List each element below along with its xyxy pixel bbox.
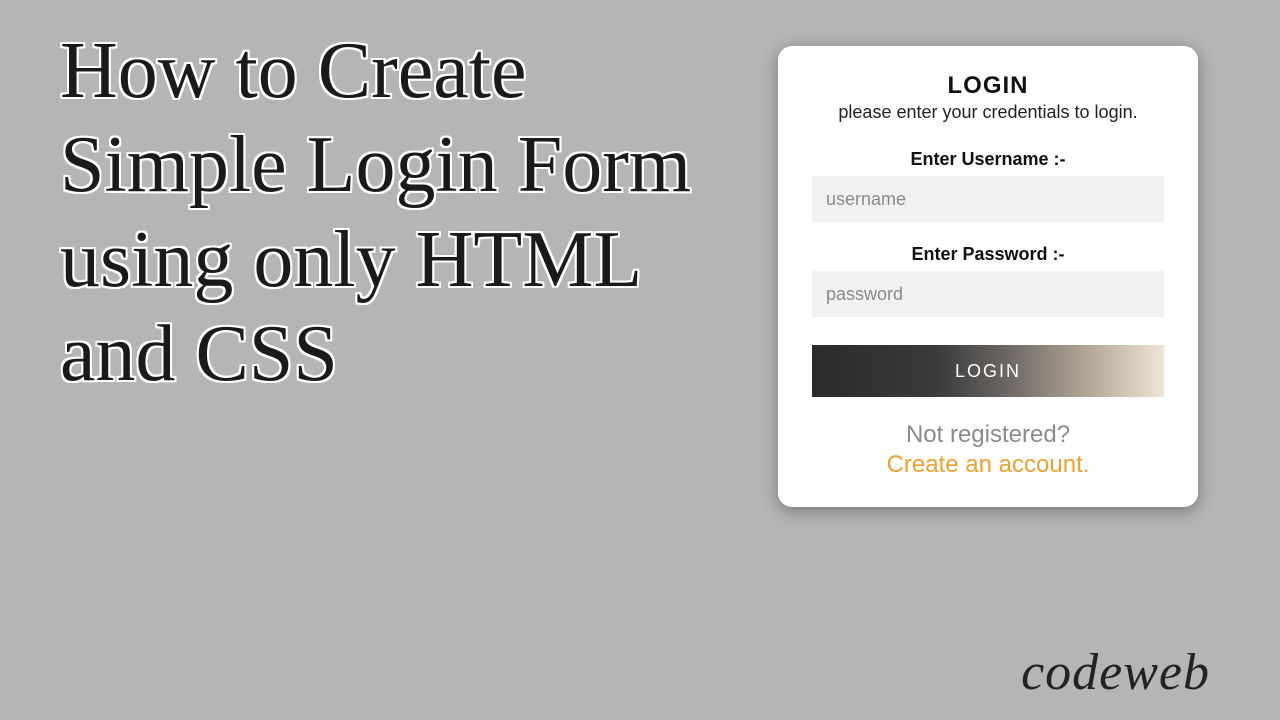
card-subtitle: please enter your credentials to login. [812,102,1164,123]
card-title: LOGIN [812,72,1164,100]
login-button[interactable]: LOGIN [812,345,1164,397]
not-registered-text: Not registered? [812,421,1164,449]
password-label: Enter Password :- [812,244,1164,265]
username-label: Enter Username :- [812,149,1164,170]
create-account-link[interactable]: Create an account. [887,451,1090,479]
tutorial-headline: How to Create Simple Login Form using on… [60,24,740,402]
username-input[interactable] [812,176,1164,222]
password-input[interactable] [812,271,1164,317]
login-card: LOGIN please enter your credentials to l… [778,46,1198,507]
brand-label: codeweb [1021,643,1210,702]
